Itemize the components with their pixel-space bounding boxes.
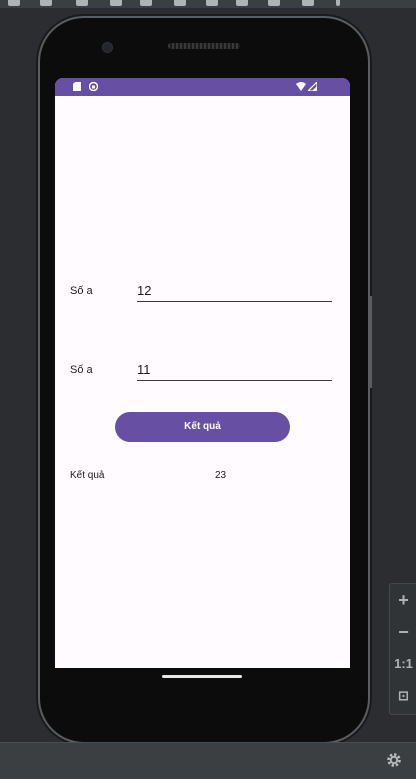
- compute-result-button[interactable]: Kết quả: [115, 412, 290, 442]
- zoom-in-button[interactable]: +: [390, 584, 416, 616]
- volume-down-icon[interactable]: [40, 0, 52, 6]
- wifi-icon: [296, 82, 306, 93]
- number-b-label: Số a: [70, 364, 93, 376]
- snapshot-icon[interactable]: [302, 0, 314, 6]
- result-label: Kết quả: [70, 470, 105, 481]
- screenshot-icon[interactable]: [236, 0, 248, 6]
- volume-icon[interactable]: [8, 0, 20, 6]
- result-value: 23: [215, 470, 227, 481]
- signal-icon: [306, 80, 318, 93]
- sd-card-icon: [73, 82, 81, 93]
- status-bar: [55, 78, 350, 96]
- zoom-controls: + − 1:1 ⊡: [389, 583, 416, 715]
- notification-icon: [88, 81, 99, 93]
- device-frame: Số a Số a Kết quả Kết quả 23: [40, 18, 368, 742]
- home-icon[interactable]: [174, 0, 186, 6]
- earpiece-speaker: [168, 43, 240, 49]
- record-icon[interactable]: [268, 0, 280, 6]
- front-camera: [102, 42, 113, 53]
- number-a-label: Số a: [70, 285, 93, 297]
- rotate-right-icon[interactable]: [110, 0, 122, 6]
- number-a-field[interactable]: [137, 281, 332, 302]
- number-b-input[interactable]: [137, 360, 332, 378]
- back-icon[interactable]: [140, 0, 152, 6]
- overview-icon[interactable]: [206, 0, 218, 6]
- more-icon[interactable]: [336, 0, 340, 6]
- fit-screen-button[interactable]: ⊡: [390, 680, 416, 712]
- gear-icon[interactable]: [384, 751, 404, 771]
- emulator-toolbar: [0, 0, 416, 8]
- ide-bottom-bar: [0, 742, 416, 779]
- actual-size-button[interactable]: 1:1: [390, 648, 416, 680]
- power-button: [368, 200, 371, 248]
- gesture-nav-handle[interactable]: [162, 675, 242, 678]
- app-screen: Số a Số a Kết quả Kết quả 23: [55, 78, 350, 668]
- device-volume-rocker: [370, 296, 372, 388]
- number-a-input[interactable]: [137, 281, 332, 299]
- zoom-out-button[interactable]: −: [390, 616, 416, 648]
- rotate-left-icon[interactable]: [76, 0, 88, 6]
- number-b-field[interactable]: [137, 360, 332, 381]
